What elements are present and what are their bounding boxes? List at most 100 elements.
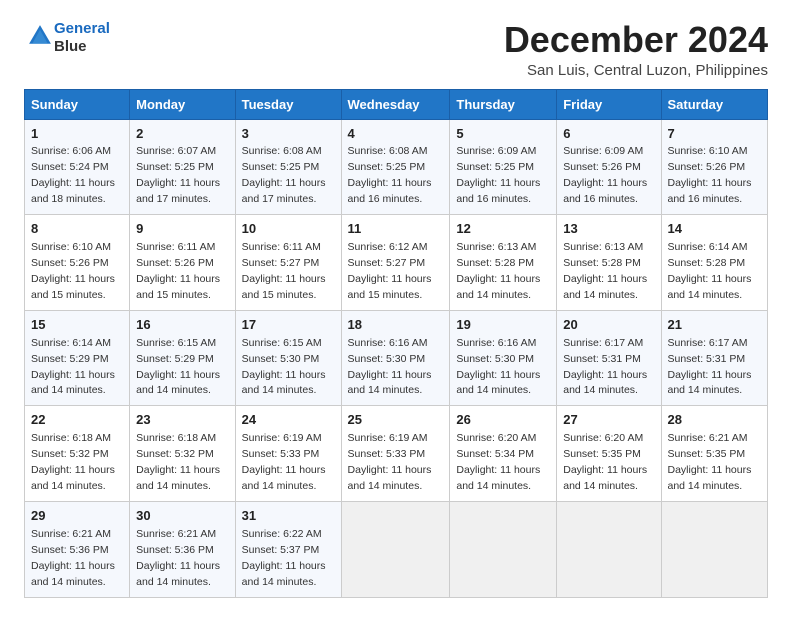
calendar-cell: 15 Sunrise: 6:14 AMSunset: 5:29 PMDaylig… [25, 310, 130, 406]
calendar-cell: 17 Sunrise: 6:15 AMSunset: 5:30 PMDaylig… [235, 310, 341, 406]
day-number: 2 [136, 125, 228, 144]
day-info: Sunrise: 6:09 AMSunset: 5:25 PMDaylight:… [456, 145, 540, 205]
calendar-cell: 18 Sunrise: 6:16 AMSunset: 5:30 PMDaylig… [341, 310, 450, 406]
day-number: 27 [563, 411, 654, 430]
day-info: Sunrise: 6:20 AMSunset: 5:34 PMDaylight:… [456, 432, 540, 492]
calendar-cell: 30 Sunrise: 6:21 AMSunset: 5:36 PMDaylig… [130, 501, 235, 597]
calendar-week-row: 29 Sunrise: 6:21 AMSunset: 5:36 PMDaylig… [25, 501, 768, 597]
calendar-cell [661, 501, 768, 597]
day-number: 26 [456, 411, 550, 430]
day-number: 17 [242, 316, 335, 335]
day-number: 18 [348, 316, 444, 335]
day-number: 19 [456, 316, 550, 335]
calendar-cell: 22 Sunrise: 6:18 AMSunset: 5:32 PMDaylig… [25, 406, 130, 502]
day-number: 5 [456, 125, 550, 144]
day-info: Sunrise: 6:18 AMSunset: 5:32 PMDaylight:… [31, 432, 115, 492]
weekday-header-wednesday: Wednesday [341, 89, 450, 119]
day-info: Sunrise: 6:17 AMSunset: 5:31 PMDaylight:… [563, 337, 647, 397]
day-info: Sunrise: 6:20 AMSunset: 5:35 PMDaylight:… [563, 432, 647, 492]
calendar-cell: 14 Sunrise: 6:14 AMSunset: 5:28 PMDaylig… [661, 215, 768, 311]
day-info: Sunrise: 6:21 AMSunset: 5:36 PMDaylight:… [31, 528, 115, 588]
calendar-cell: 2 Sunrise: 6:07 AMSunset: 5:25 PMDayligh… [130, 119, 235, 215]
day-number: 11 [348, 220, 444, 239]
calendar-cell: 11 Sunrise: 6:12 AMSunset: 5:27 PMDaylig… [341, 215, 450, 311]
day-info: Sunrise: 6:09 AMSunset: 5:26 PMDaylight:… [563, 145, 647, 205]
day-info: Sunrise: 6:10 AMSunset: 5:26 PMDaylight:… [31, 241, 115, 301]
day-info: Sunrise: 6:17 AMSunset: 5:31 PMDaylight:… [668, 337, 752, 397]
day-number: 13 [563, 220, 654, 239]
day-info: Sunrise: 6:16 AMSunset: 5:30 PMDaylight:… [456, 337, 540, 397]
day-number: 31 [242, 507, 335, 526]
calendar-cell: 4 Sunrise: 6:08 AMSunset: 5:25 PMDayligh… [341, 119, 450, 215]
day-number: 9 [136, 220, 228, 239]
day-number: 24 [242, 411, 335, 430]
calendar-cell: 13 Sunrise: 6:13 AMSunset: 5:28 PMDaylig… [557, 215, 661, 311]
weekday-header-thursday: Thursday [450, 89, 557, 119]
day-number: 4 [348, 125, 444, 144]
day-info: Sunrise: 6:07 AMSunset: 5:25 PMDaylight:… [136, 145, 220, 205]
calendar-cell: 12 Sunrise: 6:13 AMSunset: 5:28 PMDaylig… [450, 215, 557, 311]
day-info: Sunrise: 6:15 AMSunset: 5:30 PMDaylight:… [242, 337, 326, 397]
weekday-header-monday: Monday [130, 89, 235, 119]
day-number: 7 [668, 125, 762, 144]
calendar-cell: 1 Sunrise: 6:06 AMSunset: 5:24 PMDayligh… [25, 119, 130, 215]
title-block: December 2024 San Luis, Central Luzon, P… [504, 20, 768, 79]
calendar-cell: 24 Sunrise: 6:19 AMSunset: 5:33 PMDaylig… [235, 406, 341, 502]
calendar-cell: 31 Sunrise: 6:22 AMSunset: 5:37 PMDaylig… [235, 501, 341, 597]
day-number: 23 [136, 411, 228, 430]
day-number: 8 [31, 220, 123, 239]
day-number: 22 [31, 411, 123, 430]
calendar-cell: 20 Sunrise: 6:17 AMSunset: 5:31 PMDaylig… [557, 310, 661, 406]
calendar-cell: 8 Sunrise: 6:10 AMSunset: 5:26 PMDayligh… [25, 215, 130, 311]
logo: GeneralBlue [24, 20, 110, 56]
day-info: Sunrise: 6:08 AMSunset: 5:25 PMDaylight:… [348, 145, 432, 205]
day-info: Sunrise: 6:16 AMSunset: 5:30 PMDaylight:… [348, 337, 432, 397]
location-subtitle: San Luis, Central Luzon, Philippines [504, 62, 768, 79]
day-number: 28 [668, 411, 762, 430]
calendar-cell [557, 501, 661, 597]
day-info: Sunrise: 6:10 AMSunset: 5:26 PMDaylight:… [668, 145, 752, 205]
calendar-cell: 9 Sunrise: 6:11 AMSunset: 5:26 PMDayligh… [130, 215, 235, 311]
day-info: Sunrise: 6:15 AMSunset: 5:29 PMDaylight:… [136, 337, 220, 397]
day-info: Sunrise: 6:14 AMSunset: 5:29 PMDaylight:… [31, 337, 115, 397]
day-info: Sunrise: 6:19 AMSunset: 5:33 PMDaylight:… [242, 432, 326, 492]
calendar-cell: 16 Sunrise: 6:15 AMSunset: 5:29 PMDaylig… [130, 310, 235, 406]
logo-icon [26, 22, 54, 50]
day-info: Sunrise: 6:13 AMSunset: 5:28 PMDaylight:… [456, 241, 540, 301]
calendar-cell: 6 Sunrise: 6:09 AMSunset: 5:26 PMDayligh… [557, 119, 661, 215]
day-info: Sunrise: 6:14 AMSunset: 5:28 PMDaylight:… [668, 241, 752, 301]
day-number: 3 [242, 125, 335, 144]
day-info: Sunrise: 6:19 AMSunset: 5:33 PMDaylight:… [348, 432, 432, 492]
calendar-cell: 25 Sunrise: 6:19 AMSunset: 5:33 PMDaylig… [341, 406, 450, 502]
calendar-cell: 23 Sunrise: 6:18 AMSunset: 5:32 PMDaylig… [130, 406, 235, 502]
day-number: 30 [136, 507, 228, 526]
day-info: Sunrise: 6:11 AMSunset: 5:27 PMDaylight:… [242, 241, 326, 301]
day-info: Sunrise: 6:13 AMSunset: 5:28 PMDaylight:… [563, 241, 647, 301]
day-info: Sunrise: 6:06 AMSunset: 5:24 PMDaylight:… [31, 145, 115, 205]
calendar-cell: 26 Sunrise: 6:20 AMSunset: 5:34 PMDaylig… [450, 406, 557, 502]
weekday-header-row: SundayMondayTuesdayWednesdayThursdayFrid… [25, 89, 768, 119]
calendar-week-row: 8 Sunrise: 6:10 AMSunset: 5:26 PMDayligh… [25, 215, 768, 311]
calendar-cell: 27 Sunrise: 6:20 AMSunset: 5:35 PMDaylig… [557, 406, 661, 502]
weekday-header-tuesday: Tuesday [235, 89, 341, 119]
day-info: Sunrise: 6:18 AMSunset: 5:32 PMDaylight:… [136, 432, 220, 492]
calendar-cell: 5 Sunrise: 6:09 AMSunset: 5:25 PMDayligh… [450, 119, 557, 215]
day-info: Sunrise: 6:21 AMSunset: 5:35 PMDaylight:… [668, 432, 752, 492]
day-info: Sunrise: 6:11 AMSunset: 5:26 PMDaylight:… [136, 241, 220, 301]
calendar-cell: 7 Sunrise: 6:10 AMSunset: 5:26 PMDayligh… [661, 119, 768, 215]
day-info: Sunrise: 6:08 AMSunset: 5:25 PMDaylight:… [242, 145, 326, 205]
day-number: 29 [31, 507, 123, 526]
weekday-header-saturday: Saturday [661, 89, 768, 119]
day-number: 6 [563, 125, 654, 144]
day-number: 15 [31, 316, 123, 335]
month-title: December 2024 [504, 20, 768, 60]
calendar-cell: 3 Sunrise: 6:08 AMSunset: 5:25 PMDayligh… [235, 119, 341, 215]
day-number: 12 [456, 220, 550, 239]
weekday-header-friday: Friday [557, 89, 661, 119]
day-number: 14 [668, 220, 762, 239]
day-number: 10 [242, 220, 335, 239]
day-info: Sunrise: 6:21 AMSunset: 5:36 PMDaylight:… [136, 528, 220, 588]
day-info: Sunrise: 6:22 AMSunset: 5:37 PMDaylight:… [242, 528, 326, 588]
day-number: 25 [348, 411, 444, 430]
calendar-table: SundayMondayTuesdayWednesdayThursdayFrid… [24, 89, 768, 598]
